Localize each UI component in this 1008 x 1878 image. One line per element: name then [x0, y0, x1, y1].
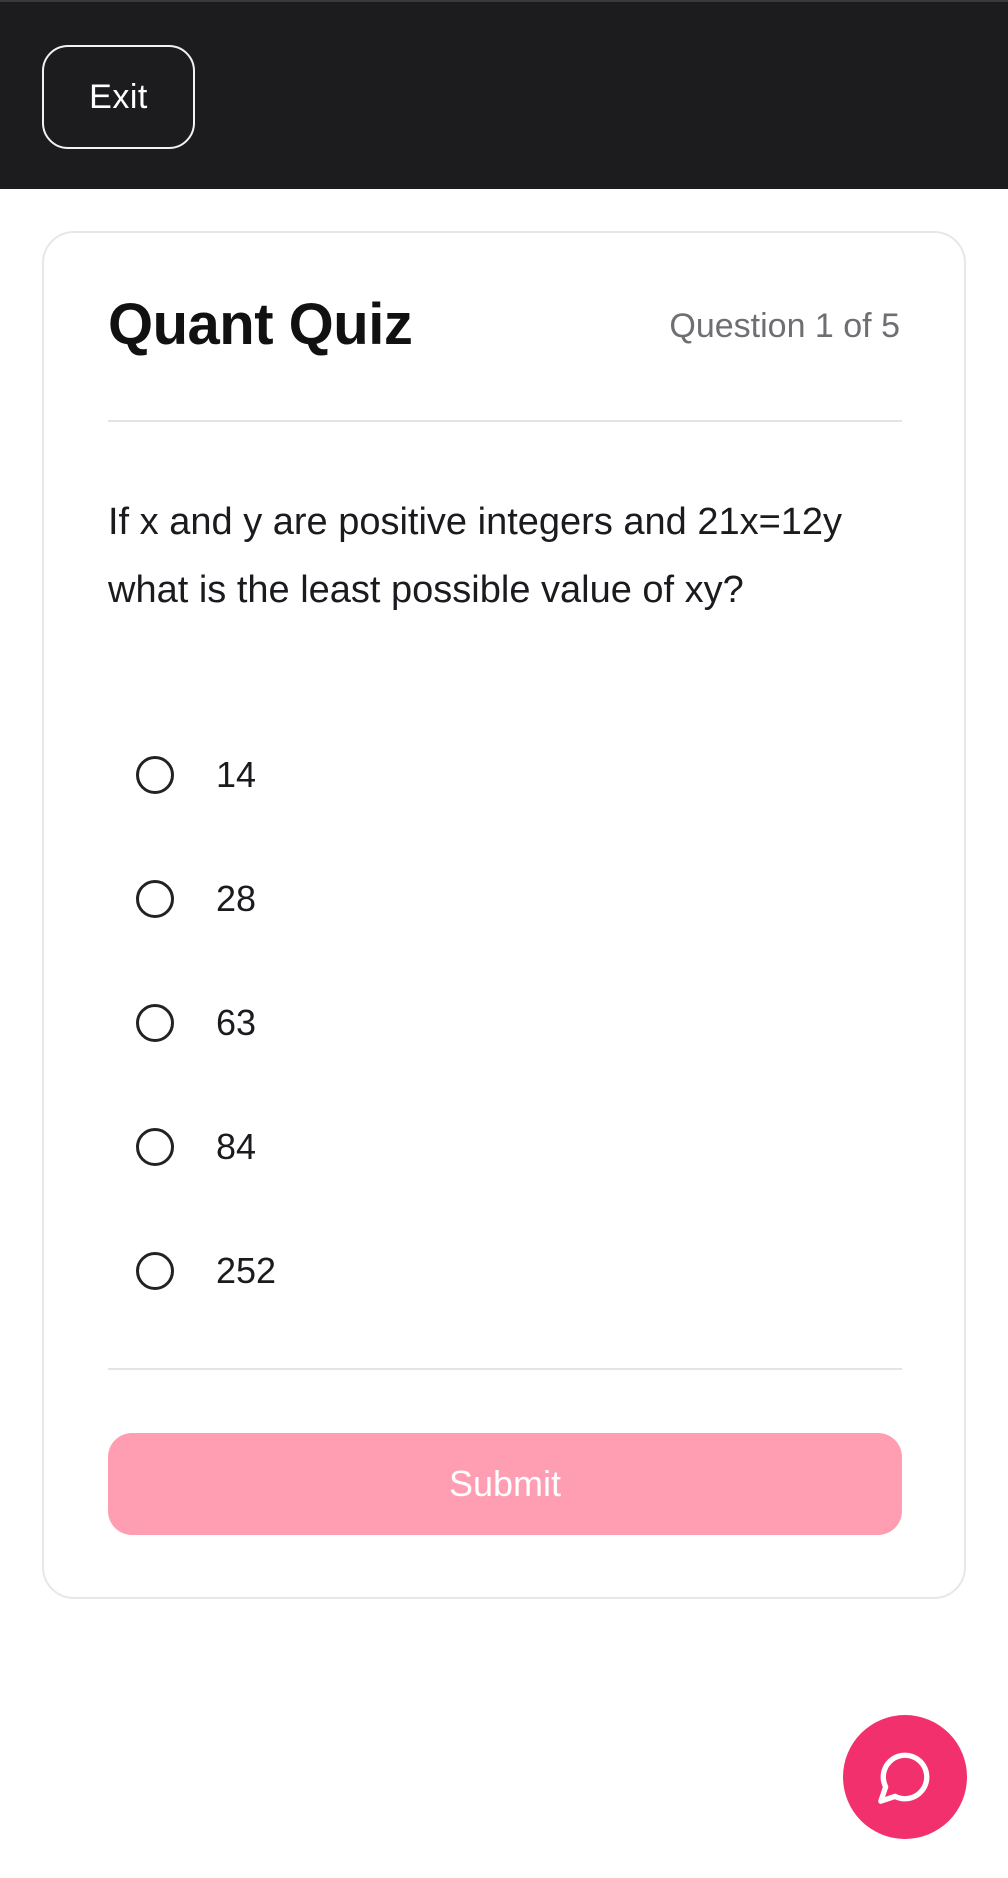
option-label: 252: [216, 1250, 277, 1291]
submit-button[interactable]: Submit: [108, 1433, 902, 1535]
option-label: 63: [216, 1002, 257, 1043]
divider: [108, 420, 902, 422]
option-label: 84: [216, 1126, 257, 1167]
radio-button[interactable]: [136, 1252, 174, 1290]
quiz-title: Quant Quiz: [108, 292, 413, 357]
answer-option[interactable]: 28: [136, 837, 836, 961]
chat-button[interactable]: [843, 1715, 967, 1839]
radio-button[interactable]: [136, 1128, 174, 1166]
option-label: 14: [216, 754, 257, 795]
answer-option[interactable]: 84: [136, 1085, 836, 1209]
divider: [108, 1368, 902, 1370]
top-bar: Exit: [0, 0, 1008, 189]
radio-button[interactable]: [136, 756, 174, 794]
chat-bubble-icon: [878, 1752, 930, 1804]
answer-option[interactable]: 252: [136, 1209, 836, 1333]
radio-button[interactable]: [136, 1004, 174, 1042]
answer-option[interactable]: 63: [136, 961, 836, 1085]
exit-button[interactable]: Exit: [42, 45, 195, 149]
answer-option[interactable]: 14: [136, 713, 836, 837]
answer-options: 14 28 63 84 252: [136, 713, 836, 1333]
radio-button[interactable]: [136, 880, 174, 918]
quiz-card: Quant Quiz Question 1 of 5 If x and y ar…: [42, 231, 966, 1599]
question-text: If x and y are positive integers and 21x…: [108, 501, 843, 611]
question-progress: Question 1 of 5: [669, 307, 900, 345]
option-label: 28: [216, 878, 257, 919]
